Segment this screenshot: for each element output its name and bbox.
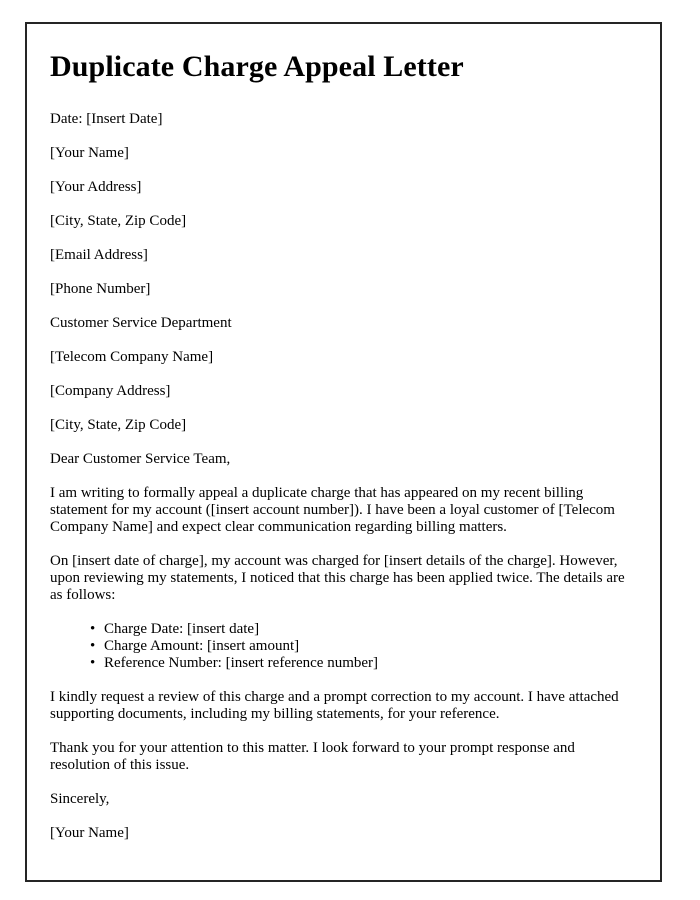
body-paragraph-1: I am writing to formally appeal a duplic… [50,484,615,535]
document-body: Duplicate Charge Appeal Letter Date: [In… [27,24,660,842]
salutation: Dear Customer Service Team, [50,450,231,467]
sender-address-block: [Your Name] [Your Address] [City, State,… [50,145,636,298]
body-paragraph-2: On [insert date of charge], my account w… [50,552,625,603]
recipient-department: Customer Service Department [50,314,232,331]
sender-address: [Your Address] [50,178,142,195]
signature-name: [Your Name] [50,824,129,841]
recipient-company: [Telecom Company Name] [50,348,214,365]
sender-phone: [Phone Number] [50,280,151,297]
recipient-city-state-zip: [City, State, Zip Code] [50,416,187,433]
sender-city-state-zip: [City, State, Zip Code] [50,212,187,229]
body-paragraph-4: Thank you for your attention to this mat… [50,739,575,773]
sender-email: [Email Address] [50,246,148,263]
closing-line: Sincerely, [50,790,110,807]
list-item: Charge Amount: [insert amount] [90,638,636,655]
sender-name: [Your Name] [50,144,129,161]
recipient-address-block: Customer Service Department [Telecom Com… [50,315,636,434]
date-line: Date: [Insert Date] [50,110,163,127]
recipient-address: [Company Address] [50,382,171,399]
list-item: Reference Number: [insert reference numb… [90,655,636,672]
document-page: Duplicate Charge Appeal Letter Date: [In… [25,22,662,882]
list-item: Charge Date: [insert date] [90,621,636,638]
page-title: Duplicate Charge Appeal Letter [50,50,464,83]
body-paragraph-3: I kindly request a review of this charge… [50,688,619,722]
charge-details-list: Charge Date: [insert date] Charge Amount… [50,621,636,672]
